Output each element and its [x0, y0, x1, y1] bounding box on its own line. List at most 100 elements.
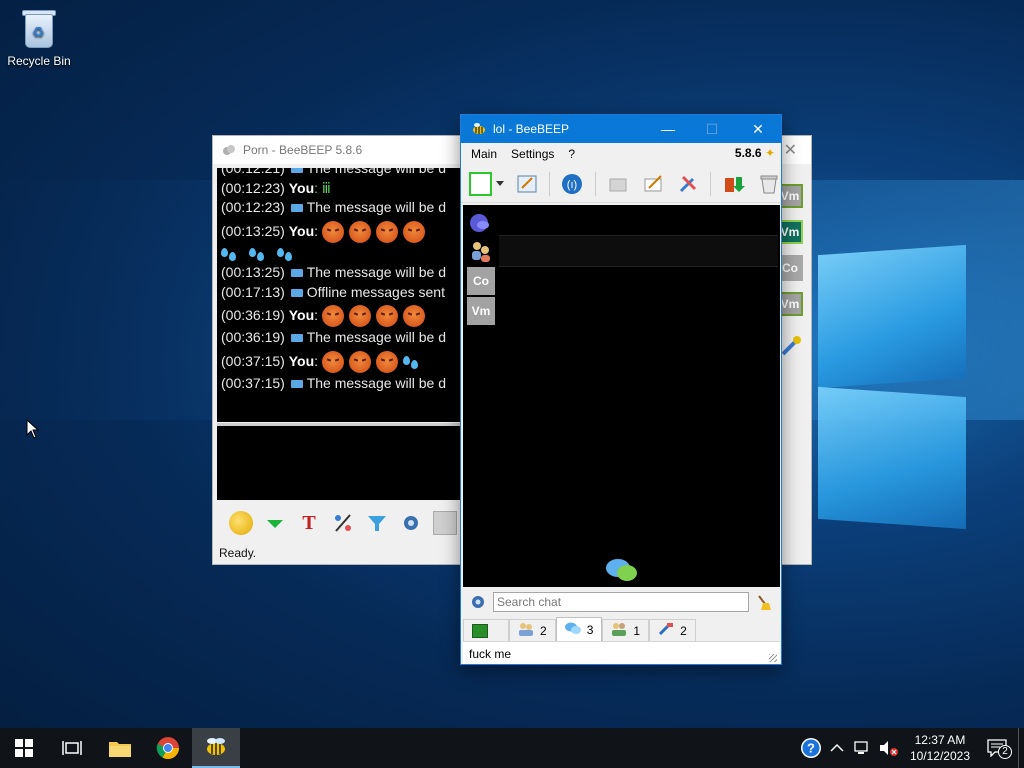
tab-count: 1 — [633, 623, 641, 638]
windows-start-icon — [15, 739, 33, 757]
tab-count: 2 — [680, 623, 687, 638]
user-avatar-co[interactable]: Co — [467, 267, 495, 295]
chat-line: (00:36:19) You: — [221, 302, 467, 328]
angry-emoji-icon — [402, 220, 425, 243]
broadcast-icon[interactable]: (ı) — [560, 171, 585, 197]
angry-emoji-icon — [348, 305, 371, 328]
window-title: lol - BeeBEEP — [493, 122, 570, 136]
angry-emoji-icon — [375, 220, 398, 243]
chat-line-emoji — [221, 244, 467, 264]
clear-broom-icon[interactable] — [755, 593, 773, 611]
message-toolbar: T — [217, 506, 457, 540]
tab-shares[interactable]: 2 — [649, 619, 696, 641]
resize-grip-icon[interactable] — [769, 654, 777, 662]
chat-list-panel[interactable]: Co Vm — [463, 205, 780, 587]
emoticon-button-icon[interactable] — [229, 511, 253, 535]
beebeep-app-icon — [223, 145, 235, 155]
recycle-bin-label: Recycle Bin — [7, 54, 71, 68]
version-label: 5.8.6 ✦ — [734, 146, 775, 160]
color-picker-icon[interactable] — [331, 511, 355, 535]
chat-list-row[interactable] — [499, 235, 778, 267]
chat-line: (00:13:25) You: — [221, 218, 467, 244]
close-button[interactable]: ✕ — [784, 140, 797, 160]
chat-line: (00:36:19) The message will be d — [221, 329, 447, 345]
close-button[interactable]: ✕ — [735, 115, 781, 143]
svg-text:(ı): (ı) — [567, 179, 577, 191]
start-button[interactable] — [0, 728, 48, 768]
envelope-icon — [290, 334, 303, 343]
envelope-icon — [290, 269, 303, 278]
search-chat-input[interactable] — [493, 592, 749, 612]
clock-date: 10/12/2023 — [909, 749, 970, 763]
settings-gear-icon[interactable] — [469, 593, 487, 611]
angry-emoji-icon — [321, 305, 344, 328]
font-icon[interactable]: T — [297, 511, 321, 535]
chat-bubbles-icon — [605, 557, 639, 583]
trash-icon[interactable] — [756, 171, 781, 197]
svg-text:?: ? — [807, 741, 815, 756]
task-view-button[interactable] — [48, 728, 96, 768]
chat-line: (00:13:25) The message will be d — [221, 264, 447, 280]
update-download-icon[interactable] — [721, 171, 746, 197]
tab-count: 3 — [586, 622, 594, 637]
maximize-button[interactable]: ☐ — [689, 115, 735, 143]
windows-logo-pane — [818, 386, 966, 530]
beebeep-bee-icon: ✦ — [764, 146, 775, 160]
angry-emoji-icon — [321, 350, 344, 373]
beebeep-bee-icon — [207, 738, 225, 755]
filter-icon[interactable] — [365, 511, 389, 535]
beebeep-taskbar-button[interactable] — [192, 728, 240, 768]
network-user-icon[interactable] — [467, 209, 495, 237]
tools-icon[interactable] — [675, 171, 700, 197]
status-message: fuck me — [469, 647, 512, 661]
menu-settings[interactable]: Settings — [511, 147, 554, 161]
volume-muted-icon[interactable] — [878, 737, 900, 759]
angry-emoji-icon — [348, 220, 371, 243]
action-center-button[interactable]: 2 — [982, 737, 1012, 759]
online-status-button[interactable] — [469, 171, 493, 196]
chat-log: (00:12:21) The message will be d (00:12:… — [217, 168, 467, 422]
window-titlebar[interactable]: lol - BeeBEEP — ☐ ✕ — [461, 115, 781, 143]
status-bar-text: Ready. — [219, 546, 257, 560]
message-input[interactable] — [217, 426, 467, 500]
spellcheck-icon[interactable] — [433, 511, 457, 535]
menu-main[interactable]: Main — [471, 147, 497, 161]
clock[interactable]: 12:37 AM 10/12/2023 — [910, 732, 970, 764]
angry-emoji-icon — [402, 305, 425, 328]
chat-line: (00:37:15) The message will be d — [221, 374, 447, 391]
message-disabled-icon[interactable] — [606, 171, 631, 197]
show-desktop-button[interactable] — [1018, 728, 1024, 768]
chrome-icon — [156, 737, 179, 759]
settings-gear-icon[interactable] — [399, 511, 423, 535]
window-title: Porn - BeeBEEP 5.8.6 — [243, 143, 363, 157]
chrome-button[interactable] — [144, 728, 192, 768]
toolbar-separator — [594, 171, 596, 196]
notification-count-badge: 2 — [998, 745, 1012, 759]
users-group-icon[interactable] — [467, 237, 495, 265]
menu-help[interactable]: ? — [568, 147, 575, 161]
network-icon[interactable] — [852, 737, 874, 759]
minimize-button[interactable]: — — [645, 115, 691, 143]
user-list: Co Vm — [467, 209, 497, 327]
file-explorer-button[interactable] — [96, 728, 144, 768]
user-avatar-vm[interactable]: Vm — [467, 297, 495, 325]
envelope-icon — [290, 379, 303, 388]
recycle-bin-shortcut[interactable]: ♻ Recycle Bin — [6, 8, 72, 68]
users-icon — [518, 622, 534, 639]
show-hidden-icons-chevron-up-icon[interactable] — [826, 737, 848, 759]
help-icon[interactable]: ? — [800, 737, 822, 759]
tab-network[interactable] — [463, 619, 509, 641]
toolbar-separator — [548, 171, 550, 196]
expand-down-icon[interactable] — [263, 511, 287, 535]
tab-chats[interactable]: 3 — [555, 617, 603, 641]
beebeep-main-window[interactable]: lol - BeeBEEP — ☐ ✕ Main Settings ? 5.8.… — [460, 114, 782, 665]
tab-users[interactable]: 2 — [509, 619, 556, 641]
angry-emoji-icon — [321, 220, 344, 243]
write-message-icon[interactable] — [641, 171, 666, 197]
chat-icon — [564, 621, 581, 638]
envelope-icon — [290, 204, 303, 213]
edit-profile-icon[interactable] — [514, 171, 539, 197]
tools-icon[interactable] — [779, 334, 803, 358]
tab-groups[interactable]: 1 — [602, 619, 650, 641]
chevron-down-icon[interactable] — [496, 181, 505, 186]
